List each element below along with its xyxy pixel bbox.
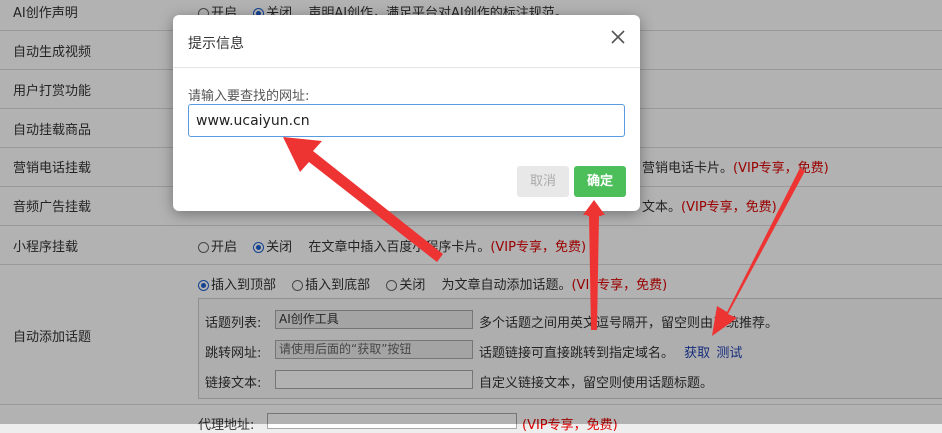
dialog-title: 提示信息 xyxy=(188,36,244,52)
url-input[interactable] xyxy=(188,104,625,137)
dialog-divider xyxy=(173,67,640,68)
cancel-button[interactable]: 取消 xyxy=(517,166,569,197)
close-icon[interactable] xyxy=(610,29,626,45)
dialog-prompt: 请输入要查找的网址: xyxy=(188,89,310,104)
confirm-button[interactable]: 确定 xyxy=(574,166,626,197)
prompt-dialog: 提示信息 请输入要查找的网址: 取消 确定 xyxy=(173,15,640,211)
